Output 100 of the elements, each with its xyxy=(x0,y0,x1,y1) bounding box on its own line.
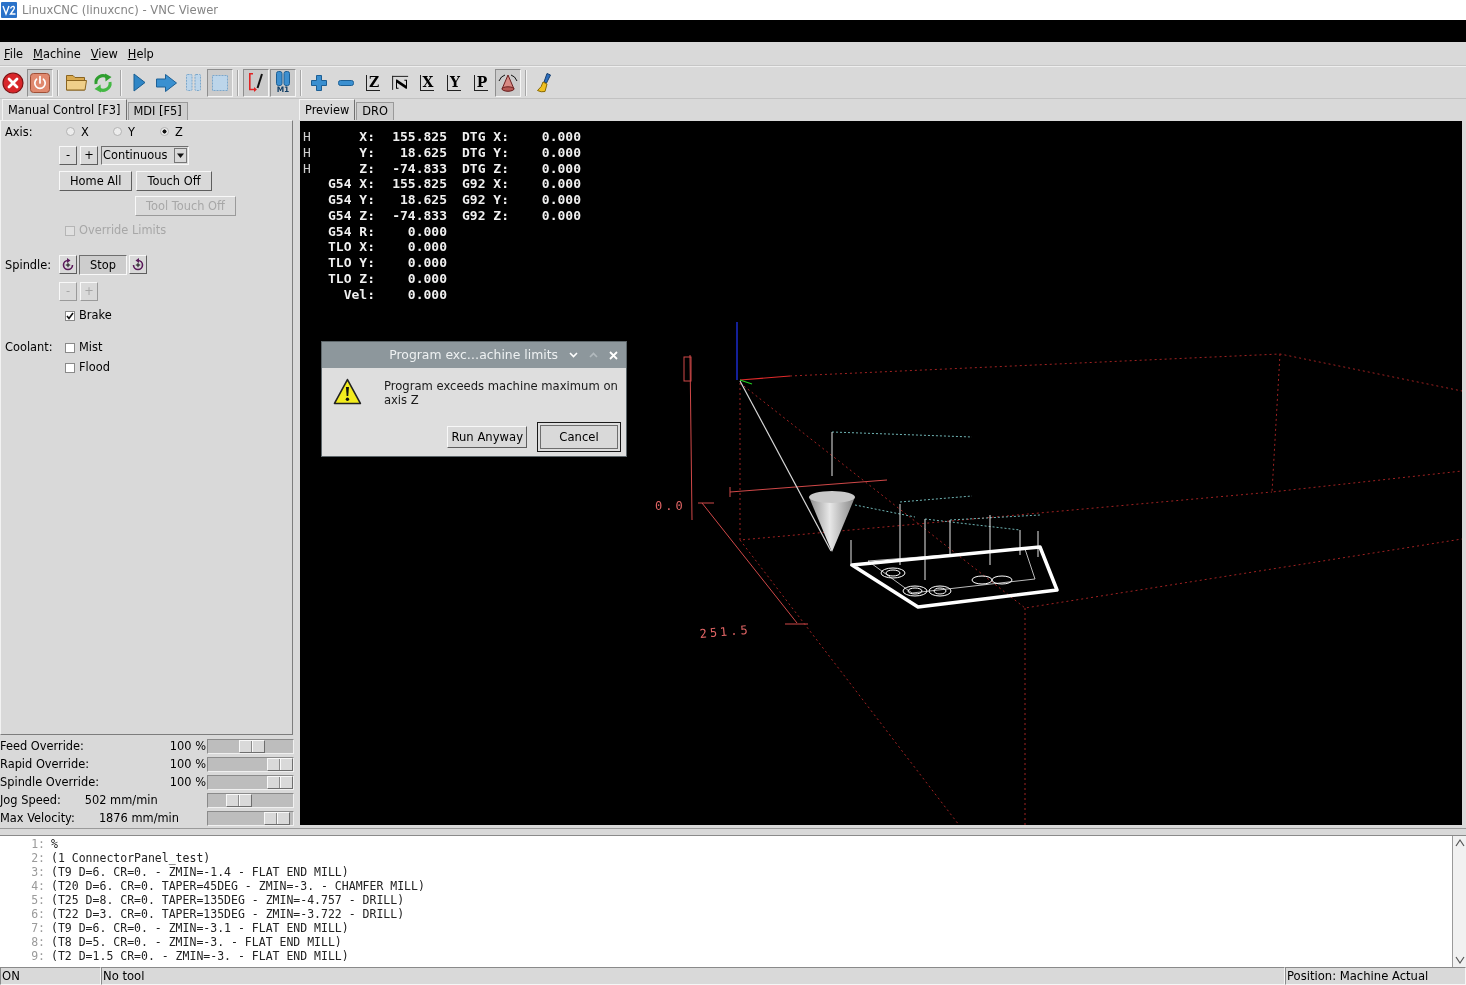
dialog-title: Program exc…achine limits xyxy=(389,346,558,364)
axis-label: Axis: xyxy=(5,124,34,140)
tab[interactable]: MDI [F5] xyxy=(127,102,188,120)
jog-minus-button[interactable]: - xyxy=(59,146,77,165)
radio-button[interactable] xyxy=(113,127,122,137)
jog-plus-button[interactable]: + xyxy=(80,146,98,165)
dro-label: G54 Y: xyxy=(327,192,375,208)
caret-icon xyxy=(174,148,187,163)
view-button[interactable]: P xyxy=(468,68,494,97)
slider-track[interactable] xyxy=(207,811,294,827)
code-line: (T22 D=3. CR=0. TAPER=135DEG - ZMIN=-3.722 - DRILL) xyxy=(51,907,405,921)
view-button[interactable]: Z xyxy=(387,68,413,97)
dro-label: G54 X: xyxy=(327,176,375,192)
warning-icon xyxy=(333,378,362,405)
slider-thumb[interactable] xyxy=(264,812,291,826)
pause-icon xyxy=(185,74,201,91)
code-line: (T8 D=5. CR=0. - ZMIN=-3. - FLAT END MILL) xyxy=(51,935,342,949)
slider-thumb[interactable] xyxy=(267,757,293,771)
radio-label[interactable]: X xyxy=(81,124,89,140)
dro-label: DTG Z: xyxy=(461,160,510,177)
origin-axes xyxy=(736,321,791,385)
radio-label[interactable]: Z xyxy=(175,124,183,140)
dro-value: 155.825 xyxy=(391,129,447,145)
arrow-up-icon[interactable] xyxy=(1454,838,1465,848)
slider-track[interactable] xyxy=(207,793,294,809)
dro-label: DTG X: xyxy=(461,129,510,145)
bracket-slash-icon xyxy=(249,72,263,93)
dro-label: TLO Z: xyxy=(327,270,375,287)
folder-icon xyxy=(65,74,87,91)
slider-thumb[interactable] xyxy=(238,739,265,753)
perspective-button[interactable] xyxy=(495,68,521,97)
tab[interactable]: Manual Control [F3] xyxy=(2,99,127,120)
line-number: 9: xyxy=(30,949,46,963)
dro-value: 0.000 xyxy=(406,286,447,303)
slider-value: 1876 mm/min xyxy=(97,811,180,827)
checkbox-label[interactable]: Mist xyxy=(79,340,103,355)
stop-button[interactable] xyxy=(207,68,233,97)
slider-label: Feed Override: xyxy=(0,738,84,754)
spindle-reverse-button[interactable] xyxy=(59,255,77,274)
check-icon xyxy=(66,311,74,320)
code-line: (T9 D=6. CR=0. - ZMIN=-1.4 - FLAT END MILL) xyxy=(51,865,349,879)
dro-label: TLO X: xyxy=(327,239,375,255)
menu-item[interactable]: Help xyxy=(127,45,154,62)
spindle-label: Spindle: xyxy=(5,257,53,273)
dro-label: G92 X: xyxy=(461,176,510,192)
homed-mark: H xyxy=(303,144,312,161)
slider-value: 502 mm/min xyxy=(83,793,159,809)
view-button[interactable]: Y xyxy=(441,68,467,97)
checkbox[interactable] xyxy=(65,310,75,321)
slider-track[interactable] xyxy=(207,774,294,790)
dialog-button[interactable]: Cancel xyxy=(537,422,621,452)
dimension-label: 251.5 xyxy=(699,622,752,641)
menu-item[interactable]: View xyxy=(90,45,118,62)
dro-value: 0.000 xyxy=(540,192,581,208)
dialog-button[interactable]: Run Anyway xyxy=(447,426,527,448)
slider-thumb[interactable] xyxy=(225,794,252,808)
slider-label: Spindle Override: xyxy=(0,775,99,790)
arrow-down-icon[interactable] xyxy=(1454,955,1465,965)
checkbox[interactable] xyxy=(65,362,75,373)
menu-item[interactable]: File xyxy=(4,45,24,62)
jog-mode-select[interactable]: Continuous xyxy=(101,146,189,165)
dro-value: 0.000 xyxy=(406,223,447,240)
close-icon[interactable] xyxy=(609,350,618,360)
checkbox[interactable] xyxy=(65,342,75,353)
view-button[interactable]: Z xyxy=(360,68,386,97)
line-number: 3: xyxy=(30,865,46,879)
menu-item[interactable]: Machine xyxy=(33,45,81,62)
x-circle-icon xyxy=(2,71,24,94)
slider-thumb[interactable] xyxy=(267,775,293,789)
tab[interactable]: DRO xyxy=(356,102,394,120)
touch-off-button[interactable]: Touch Off xyxy=(136,171,212,191)
radio-label[interactable]: Y xyxy=(128,124,135,140)
dro-value: 0.000 xyxy=(406,239,447,255)
code-line: % xyxy=(51,837,58,851)
dro-value: 155.825 xyxy=(391,176,447,192)
code-line: (T2 D=1.5 CR=0. - ZMIN=-3. - FLAT END MILL) xyxy=(51,949,349,963)
slider-label: Max Velocity: xyxy=(0,811,75,827)
dro-value: -74.833 xyxy=(391,160,447,177)
dro-label: G54 Z: xyxy=(327,207,375,224)
dro-value: 18.625 xyxy=(399,144,447,161)
radio-button[interactable] xyxy=(66,127,75,137)
scrollbar[interactable] xyxy=(1452,836,1466,967)
chevron-down-icon[interactable] xyxy=(569,352,578,358)
checkbox-label[interactable]: Brake xyxy=(79,308,112,323)
dro-label: G92 Z: xyxy=(461,207,510,224)
home-all-button[interactable]: Home All xyxy=(59,171,133,191)
radio-button[interactable] xyxy=(160,127,169,137)
dro-label: Z: xyxy=(358,160,375,177)
block-delete-button[interactable] xyxy=(243,68,269,97)
power-button[interactable] xyxy=(27,68,53,97)
slider-track[interactable] xyxy=(207,738,294,754)
checkbox-label[interactable]: Flood xyxy=(79,360,110,375)
view-button[interactable]: X xyxy=(414,68,440,97)
position-status: Position: Machine Actual xyxy=(1285,967,1466,985)
spindle-forward-button[interactable] xyxy=(128,255,147,274)
slider-track[interactable] xyxy=(207,756,294,772)
stop-icon xyxy=(212,74,228,91)
spindle-stop-button[interactable]: Stop xyxy=(79,255,127,275)
tab[interactable]: Preview xyxy=(299,99,356,120)
dro-value: 0.000 xyxy=(540,160,581,177)
